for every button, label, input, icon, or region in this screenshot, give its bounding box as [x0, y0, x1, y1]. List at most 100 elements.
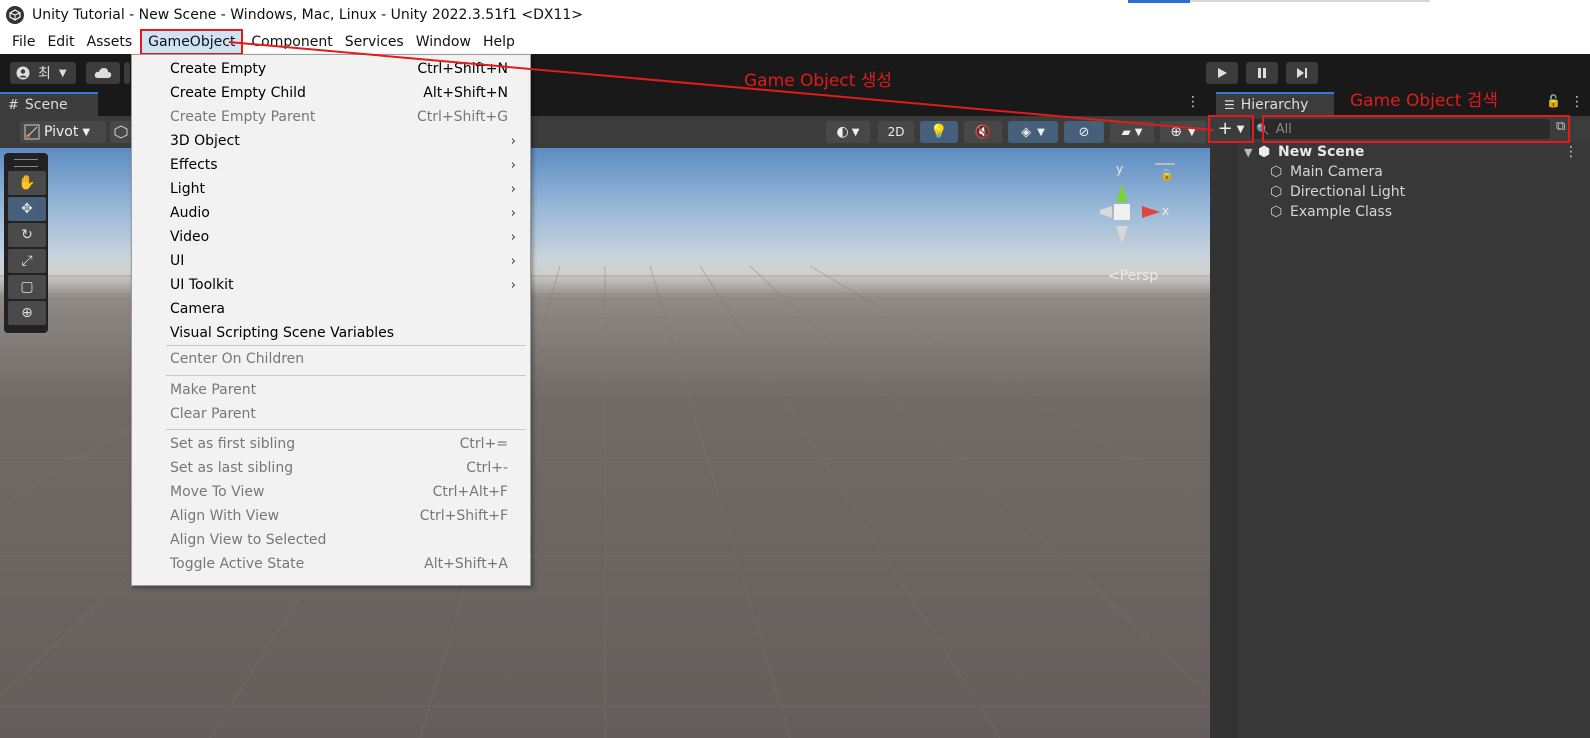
camera-settings-button[interactable]: ▰ ▼ [1110, 121, 1154, 143]
unity-logo-icon [6, 6, 24, 24]
menu-edit[interactable]: Edit [41, 31, 80, 53]
tab-scene[interactable]: # Scene [0, 92, 98, 116]
menu-item-set-first-sibling[interactable]: Set as first sibling Ctrl+= [132, 432, 530, 456]
menu-item-align-with-view[interactable]: Align With View Ctrl+Shift+F [132, 504, 530, 528]
menu-item-3d-object[interactable]: 3D Object › [132, 129, 530, 153]
gizmo-lock-icon[interactable]: 🔒 [1160, 168, 1174, 181]
effects-toggle[interactable]: ◈ ▼ [1008, 121, 1058, 143]
scene-row-menu-icon[interactable]: ⋮ [1564, 144, 1578, 160]
menu-window[interactable]: Window [410, 31, 477, 53]
rect-tool[interactable]: ▢ [8, 275, 46, 299]
tab-hierarchy[interactable]: ☰ Hierarchy [1216, 92, 1334, 116]
menu-item-label: 3D Object [170, 133, 240, 149]
palette-drag-handle[interactable] [14, 159, 38, 167]
account-button[interactable]: 최 ▼ [10, 62, 76, 84]
pivot-label: Pivot [44, 124, 79, 140]
rotate-icon: ↻ [21, 227, 33, 243]
menu-item-clear-parent[interactable]: Clear Parent [132, 402, 530, 426]
hand-icon: ✋ [18, 175, 36, 191]
play-icon [1218, 68, 1227, 78]
scene-name: New Scene [1278, 144, 1365, 160]
cloud-button[interactable] [86, 62, 120, 84]
menu-item-light[interactable]: Light › [132, 177, 530, 201]
menu-assets[interactable]: Assets [81, 31, 139, 53]
panel-menu-icon[interactable]: ⋮ [1570, 94, 1584, 110]
global-toggle[interactable] [110, 121, 132, 143]
menu-item-create-empty-child[interactable]: Create Empty Child Alt+Shift+N [132, 81, 530, 105]
menu-item-camera[interactable]: Camera [132, 297, 530, 321]
pause-button[interactable] [1246, 62, 1278, 84]
menu-item-ui[interactable]: UI › [132, 249, 530, 273]
menu-separator [166, 345, 526, 346]
gameobject-cube-icon: ⬡ [1270, 164, 1283, 180]
orientation-gizmo[interactable]: y x 🔒 [1094, 159, 1190, 252]
hierarchy-item[interactable]: ⬡ Example Class [1210, 202, 1590, 222]
menu-item-label: Create Empty Child [170, 85, 306, 101]
grid-icon: # [8, 97, 19, 113]
rect-icon: ▢ [20, 279, 34, 295]
layers-icon: ◈ [1021, 124, 1032, 140]
window-title: Unity Tutorial - New Scene - Windows, Ma… [32, 7, 584, 23]
expand-arrow-icon[interactable]: ▼ [1244, 146, 1252, 159]
lock-icon[interactable]: 🔓 [1546, 94, 1561, 108]
menu-item-align-view-to-selected[interactable]: Align View to Selected [132, 528, 530, 552]
menu-item-label: Align View to Selected [170, 532, 327, 548]
scene-tab-label: Scene [24, 97, 68, 113]
menu-item-label: UI Toolkit [170, 277, 234, 293]
menu-item-label: Create Empty Parent [170, 109, 316, 125]
persp-label[interactable]: <Persp [1108, 268, 1158, 284]
scale-tool[interactable]: ⤢ [8, 249, 46, 273]
gizmos-button[interactable]: ⊕ ▼ [1160, 121, 1206, 143]
move-tool[interactable]: ✥ [8, 197, 46, 221]
lighting-toggle[interactable]: 💡 [920, 121, 958, 143]
menu-item-visual-scripting-scene-variables[interactable]: Visual Scripting Scene Variables [132, 321, 530, 345]
scene-tab-menu-icon[interactable]: ⋮ [1186, 94, 1200, 110]
menu-item-video[interactable]: Video › [132, 225, 530, 249]
menu-services[interactable]: Services [339, 31, 410, 53]
visibility-toggle[interactable]: ⊘ [1064, 121, 1104, 143]
menu-help[interactable]: Help [477, 31, 521, 53]
menu-item-move-to-view[interactable]: Move To View Ctrl+Alt+F [132, 480, 530, 504]
mode-2d-button[interactable]: 2D [878, 121, 914, 143]
chevron-right-icon: › [510, 205, 516, 221]
step-button[interactable] [1286, 62, 1318, 84]
menu-item-center-on-children[interactable]: Center On Children [132, 347, 530, 371]
transform-tool[interactable]: ⊕ [8, 301, 46, 325]
hand-tool[interactable]: ✋ [8, 171, 46, 195]
menu-item-shortcut: Ctrl+= [459, 436, 508, 452]
menu-item-create-empty-parent[interactable]: Create Empty Parent Ctrl+Shift+G [132, 105, 530, 129]
menu-item-shortcut: Ctrl+- [466, 460, 508, 476]
menu-item-shortcut: Ctrl+Shift+N [417, 61, 508, 77]
menu-item-set-last-sibling[interactable]: Set as last sibling Ctrl+- [132, 456, 530, 480]
menu-item-audio[interactable]: Audio › [132, 201, 530, 225]
play-button[interactable] [1206, 62, 1238, 84]
step-icon [1297, 68, 1307, 78]
scale-icon: ⤢ [21, 253, 33, 269]
hierarchy-scene-row[interactable]: ▼ ⬢ New Scene ⋮ [1210, 142, 1590, 162]
pivot-toggle[interactable]: Pivot ▼ [20, 121, 106, 143]
audio-toggle[interactable]: 🔇 [964, 121, 1002, 143]
rotate-tool[interactable]: ↻ [8, 223, 46, 247]
chevron-down-icon: ▼ [1037, 126, 1045, 138]
hierarchy-item-label: Directional Light [1290, 184, 1406, 200]
menu-item-create-empty[interactable]: Create Empty Ctrl+Shift+N [132, 57, 530, 81]
chevron-right-icon: › [510, 157, 516, 173]
menu-item-shortcut: Ctrl+Shift+G [416, 109, 508, 125]
annotation-search-label: Game Object 검색 [1350, 91, 1499, 111]
hierarchy-item[interactable]: ⬡ Main Camera [1210, 162, 1590, 182]
toolbar-button-partial[interactable] [124, 62, 130, 84]
menu-component[interactable]: Component [245, 31, 338, 53]
menu-gameobject[interactable]: GameObject [140, 29, 244, 55]
menu-item-label: Effects [170, 157, 218, 173]
menu-file[interactable]: File [6, 31, 41, 53]
menu-item-ui-toolkit[interactable]: UI Toolkit › [132, 273, 530, 297]
hierarchy-gutter [1210, 142, 1238, 738]
chevron-down-icon: ▼ [82, 126, 91, 138]
hierarchy-item[interactable]: ⬡ Directional Light [1210, 182, 1590, 202]
menu-item-label: Set as last sibling [170, 460, 294, 476]
menu-item-toggle-active-state[interactable]: Toggle Active State Alt+Shift+A [132, 552, 530, 576]
menu-item-effects[interactable]: Effects › [132, 153, 530, 177]
shading-mode-button[interactable]: ◐ ▼ [826, 121, 870, 143]
menu-item-make-parent[interactable]: Make Parent [132, 378, 530, 402]
gameobject-cube-icon: ⬡ [1270, 184, 1283, 200]
